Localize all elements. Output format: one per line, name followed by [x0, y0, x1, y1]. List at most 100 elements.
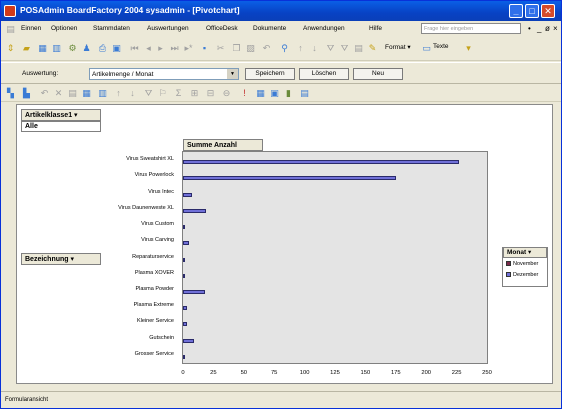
- next-record-icon[interactable]: ▸: [155, 43, 166, 54]
- office-logo-icon[interactable]: ▚: [5, 88, 16, 99]
- help-search-input[interactable]: Frage hier eingeben: [421, 23, 521, 34]
- bar-dezember[interactable]: [183, 289, 205, 294]
- category-label: Gutschein: [149, 334, 174, 341]
- bar-dezember[interactable]: [183, 160, 460, 165]
- bar-dezember[interactable]: [183, 192, 192, 197]
- open-folder-icon[interactable]: ▰: [21, 43, 32, 54]
- page-field-button[interactable]: Artikelklasse1 ▾: [21, 109, 101, 121]
- maximize-button[interactable]: □: [525, 4, 539, 18]
- last-record-icon[interactable]: ⏭: [169, 43, 180, 54]
- delete-button[interactable]: Löschen: [299, 68, 349, 80]
- menu-minimize-control[interactable]: _: [537, 24, 541, 33]
- properties-icon[interactable]: ✎: [367, 43, 378, 54]
- undo-icon[interactable]: ↶: [261, 43, 272, 54]
- bar-dezember[interactable]: [183, 338, 194, 343]
- menu-optionen[interactable]: Optionen: [51, 25, 77, 32]
- autofilter-icon[interactable]: ⛛: [143, 88, 154, 99]
- category-label: Virus Carving: [141, 237, 174, 244]
- minimize-button[interactable]: _: [509, 4, 523, 18]
- menu-dokumente[interactable]: Dokumente: [253, 25, 286, 32]
- save-icon[interactable]: ▪: [199, 43, 210, 54]
- menu-close-control[interactable]: ×: [553, 24, 558, 33]
- legend-field-button[interactable]: Monat ▾: [503, 247, 547, 258]
- properties-panel-icon[interactable]: ▤: [299, 88, 310, 99]
- sort-asc-icon[interactable]: ↑: [295, 43, 306, 54]
- menu-hilfe[interactable]: Hilfe: [369, 25, 382, 32]
- category-label: Virus Sweatshirt XL: [126, 156, 174, 163]
- show-top-icon[interactable]: ⚐: [157, 88, 168, 99]
- legend-icon[interactable]: ▣: [269, 88, 280, 99]
- legend: Monat ▾ November Dezember: [502, 247, 548, 287]
- bar-dezember[interactable]: [183, 225, 185, 230]
- grid-icon[interactable]: ▥: [51, 43, 62, 54]
- category-label: Virus Custom: [141, 221, 174, 228]
- bar-dezember[interactable]: [183, 176, 396, 181]
- find-icon[interactable]: ⚲: [279, 43, 290, 54]
- first-record-icon[interactable]: ⏮: [129, 43, 140, 54]
- evaluation-bar: Auswertung: Artikelmenge / Monat ▼ Speic…: [1, 62, 561, 84]
- bar-dezember[interactable]: [183, 306, 187, 311]
- cut-icon[interactable]: ✂: [215, 43, 226, 54]
- highlight-icon[interactable]: ▾: [463, 43, 474, 54]
- category-label: Virus Daunenweste XL: [118, 204, 174, 211]
- bar-dezember[interactable]: [183, 257, 185, 262]
- menu-restore-control[interactable]: ø: [545, 24, 550, 33]
- x-tick-label: 50: [240, 370, 248, 376]
- print-preview-icon[interactable]: ▣: [111, 43, 122, 54]
- new-record-icon[interactable]: ▸*: [183, 43, 194, 54]
- export-icon[interactable]: ▦: [255, 88, 266, 99]
- filter-form-icon[interactable]: ⛛: [339, 43, 350, 54]
- users-icon[interactable]: ♟: [81, 43, 92, 54]
- apply-filter-icon[interactable]: ▤: [353, 43, 364, 54]
- delete-chart-icon[interactable]: ✕: [53, 88, 64, 99]
- save-button[interactable]: Speichern: [245, 68, 295, 80]
- title-bar[interactable]: POSAdmin BoardFactory 2004 sysadmin - [P…: [1, 1, 561, 21]
- category-label: Virus Intec: [148, 188, 174, 195]
- subtotal-icon[interactable]: ⊞: [189, 88, 200, 99]
- close-button[interactable]: ✕: [541, 4, 555, 18]
- row-field-button[interactable]: Bezeichnung ▾: [21, 253, 101, 265]
- status-text: Formularansicht: [5, 397, 49, 403]
- prev-record-icon[interactable]: ◂: [143, 43, 154, 54]
- tools-icon[interactable]: ⚙: [67, 43, 78, 54]
- print-icon[interactable]: ⎙: [97, 43, 108, 54]
- menu-anwendungen[interactable]: Anwendungen: [303, 25, 345, 32]
- sort-ascending-icon[interactable]: ↑: [113, 88, 124, 99]
- paste-icon[interactable]: ▨: [245, 43, 256, 54]
- menu-stammdaten[interactable]: Stammdaten: [93, 25, 130, 32]
- filter-icon[interactable]: ⛛: [325, 43, 336, 54]
- sort-desc-icon[interactable]: ↓: [309, 43, 320, 54]
- table-icon[interactable]: ▦: [37, 43, 48, 54]
- data-field-button[interactable]: Summe Anzahl: [183, 139, 263, 151]
- page-field-value[interactable]: Alle: [21, 121, 101, 132]
- evaluation-select[interactable]: Artikelmenge / Monat ▼: [89, 68, 239, 80]
- drill-icon[interactable]: !: [239, 88, 250, 99]
- texte-button[interactable]: Texte: [433, 43, 449, 50]
- field-list-icon[interactable]: ▦: [81, 88, 92, 99]
- undo-chart-icon[interactable]: ↶: [39, 88, 50, 99]
- plot-area: [182, 151, 488, 364]
- menu-einnen[interactable]: Einnen: [21, 25, 41, 32]
- list-icon[interactable]: ▤: [67, 88, 78, 99]
- format-menu[interactable]: Format ▾: [385, 43, 411, 51]
- bar-dezember[interactable]: [183, 273, 185, 278]
- autocalc-icon[interactable]: Σ: [173, 88, 184, 99]
- drop-zones-icon[interactable]: ▮: [283, 88, 294, 99]
- bar-dezember[interactable]: [183, 354, 185, 359]
- bar-dezember[interactable]: [183, 208, 207, 213]
- calc-totals-icon[interactable]: ⊟: [205, 88, 216, 99]
- collapse-icon[interactable]: ⊖: [221, 88, 232, 99]
- bar-chart-icon[interactable]: ▥: [97, 88, 108, 99]
- bar-dezember[interactable]: [183, 241, 190, 246]
- category-label: Kleiner Service: [137, 318, 174, 325]
- chevron-down-icon[interactable]: ▼: [227, 69, 238, 79]
- bar-dezember[interactable]: [183, 322, 187, 327]
- new-button[interactable]: Neu: [353, 68, 403, 80]
- pos-icon[interactable]: ⇕: [5, 43, 16, 54]
- sort-descending-icon[interactable]: ↓: [127, 88, 138, 99]
- menu-officedesk[interactable]: OfficeDesk: [206, 25, 238, 32]
- copy-icon[interactable]: ❐: [231, 43, 242, 54]
- menu-dropdown-control[interactable]: •: [528, 24, 531, 33]
- menu-auswertungen[interactable]: Auswertungen: [147, 25, 189, 32]
- chart-type-icon[interactable]: ▙: [21, 88, 32, 99]
